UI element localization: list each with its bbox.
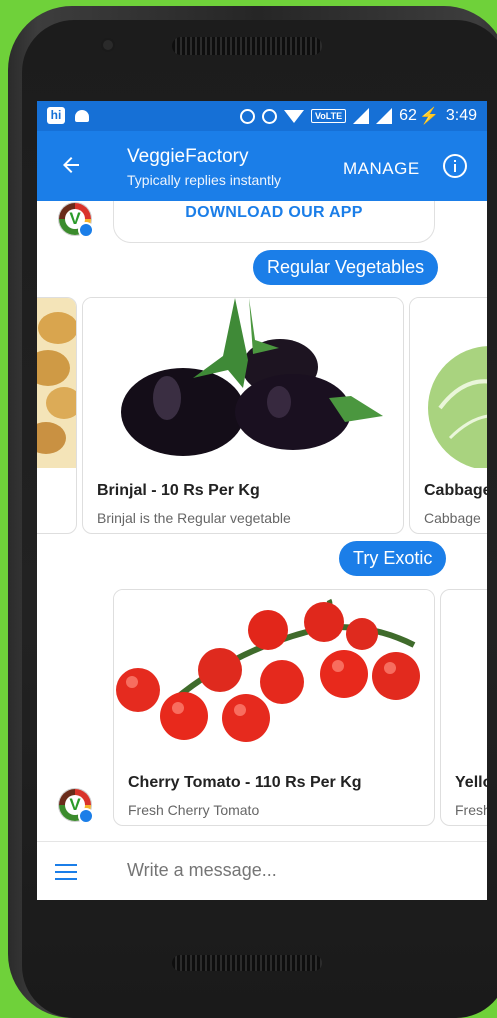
hike-app-icon: hi <box>47 107 65 124</box>
clock: 3:49 <box>445 107 477 124</box>
bottom-speaker <box>172 955 322 971</box>
earpiece-speaker <box>172 37 322 55</box>
app-bar: VeggieFactory Typically replies instantl… <box>37 131 487 201</box>
dnd-icon <box>239 108 255 124</box>
cherry-tomato-card[interactable]: Cherry Tomato - 110 Rs Per Kg Fresh Cher… <box>113 589 435 826</box>
manage-button[interactable]: MANAGE <box>343 159 420 179</box>
cherry-tomato-image <box>114 590 434 760</box>
status-bar: hi VoLTE 62 ⚡ 3:49 <box>37 101 487 131</box>
bot-avatar: V <box>59 203 94 238</box>
wifi-icon <box>283 109 304 123</box>
cabbage-card[interactable]: Cabbage Cabbage <box>409 297 487 534</box>
front-camera <box>103 40 113 50</box>
back-arrow-icon[interactable] <box>59 153 83 177</box>
card-subtitle: Fresh Cherry Tomato <box>128 802 260 818</box>
menu-icon[interactable] <box>55 864 77 885</box>
chat-thread[interactable]: V DOWNLOAD OUR APP Regular Vegetables Br… <box>37 201 487 841</box>
card-title: Yello <box>455 774 487 791</box>
page-subtitle: Typically replies instantly <box>127 172 282 188</box>
info-icon[interactable] <box>442 153 468 179</box>
phone-screen: hi VoLTE 62 ⚡ 3:49 VeggieFactory Typicall… <box>37 101 487 900</box>
charging-icon: ⚡ <box>418 108 439 125</box>
user-message-regular: Regular Vegetables <box>253 250 439 285</box>
battery-level: 62 <box>399 107 417 124</box>
card-title: Cabbage <box>424 482 487 499</box>
signal-icon <box>353 108 370 124</box>
alarm-icon <box>261 108 277 124</box>
download-app-button[interactable]: DOWNLOAD OUR APP <box>114 204 434 222</box>
yellow-card-partial[interactable]: Yello Fresh <box>440 589 487 826</box>
brinjal-card[interactable]: Brinjal - 10 Rs Per Kg Brinjal is the Re… <box>82 297 404 534</box>
card-title: Brinjal - 10 Rs Per Kg <box>97 482 260 499</box>
card-subtitle: Brinjal is the Regular vegetable <box>97 510 291 526</box>
user-message-exotic: Try Exotic <box>339 541 447 576</box>
messenger-badge-icon <box>78 808 94 824</box>
download-card: DOWNLOAD OUR APP <box>113 201 435 243</box>
messenger-badge-icon <box>78 222 94 238</box>
cabbage-image <box>410 298 487 468</box>
card-subtitle: Cabbage <box>424 510 481 526</box>
volte-icon: VoLTE <box>310 109 347 123</box>
bot-avatar: V <box>59 789 94 824</box>
card-subtitle: Fresh <box>455 802 487 818</box>
signal-icon-2 <box>376 108 393 124</box>
page-title: VeggieFactory <box>127 146 249 167</box>
potato-image <box>37 298 76 468</box>
android-icon <box>75 109 89 122</box>
message-composer <box>37 841 487 900</box>
card-title: Cherry Tomato - 110 Rs Per Kg <box>128 774 362 791</box>
potato-card-partial[interactable] <box>37 297 77 534</box>
brinjal-image <box>83 298 403 468</box>
message-input[interactable] <box>127 860 427 881</box>
